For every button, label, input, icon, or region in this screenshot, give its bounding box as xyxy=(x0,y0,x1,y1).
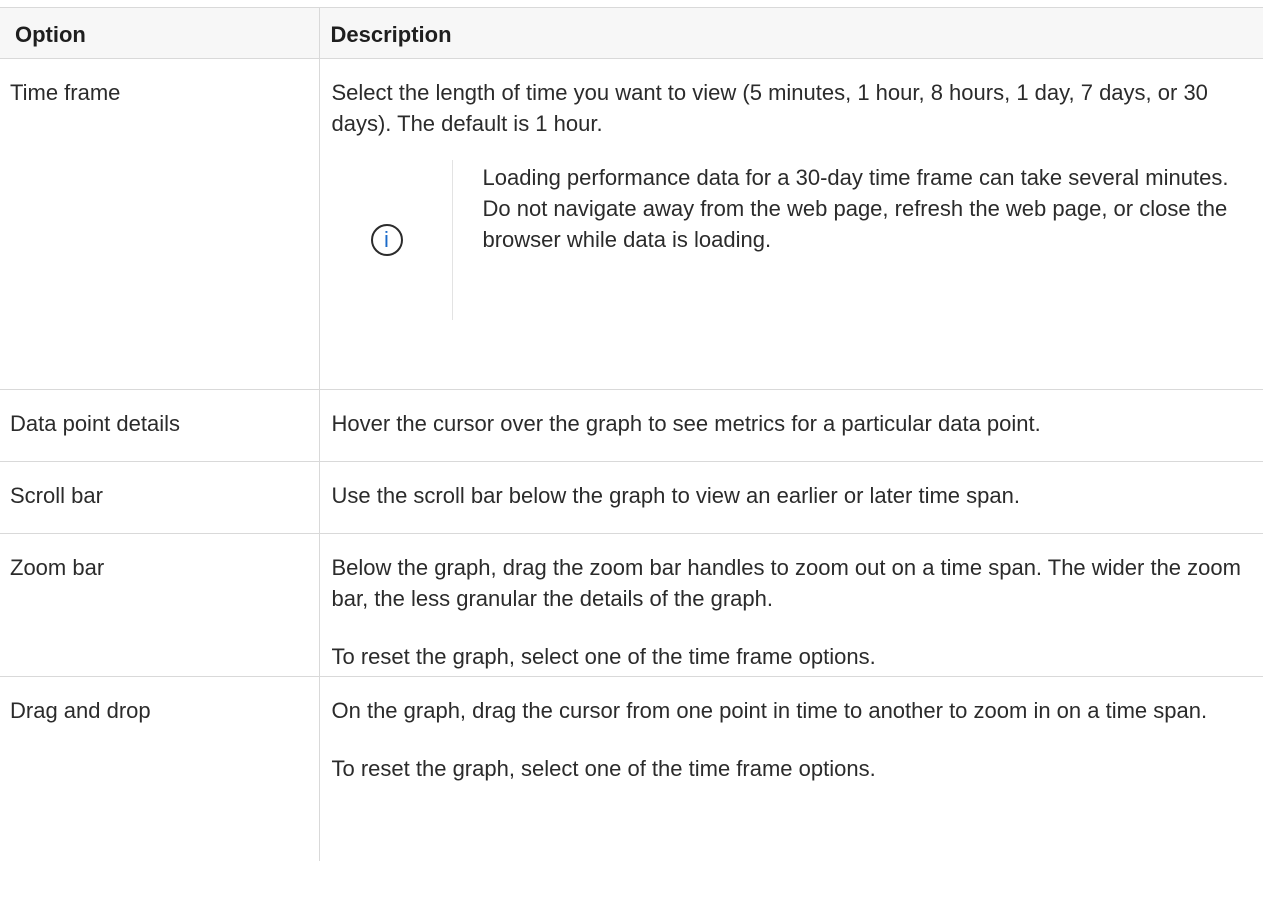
description-text-secondary: To reset the graph, select one of the ti… xyxy=(331,644,876,669)
table-row: Zoom bar Below the graph, drag the zoom … xyxy=(0,533,1263,677)
option-cell: Drag and drop xyxy=(0,676,320,861)
description-text: Select the length of time you want to vi… xyxy=(331,80,1208,136)
option-cell: Scroll bar xyxy=(0,461,320,534)
description-cell: Select the length of time you want to vi… xyxy=(318,58,1263,390)
option-cell: Zoom bar xyxy=(0,533,320,677)
table-row: Scroll bar Use the scroll bar below the … xyxy=(0,461,1263,534)
description-text: Hover the cursor over the graph to see m… xyxy=(331,411,1041,436)
option-cell: Data point details xyxy=(0,389,320,462)
header-description: Description xyxy=(318,7,1263,59)
description-cell: Use the scroll bar below the graph to vi… xyxy=(318,461,1263,534)
table-header-row: Option Description xyxy=(0,7,1263,59)
table-row: Drag and drop On the graph, drag the cur… xyxy=(0,676,1263,861)
table-row: Data point details Hover the cursor over… xyxy=(0,389,1263,462)
description-text: On the graph, drag the cursor from one p… xyxy=(331,698,1208,723)
description-cell: On the graph, drag the cursor from one p… xyxy=(318,676,1263,861)
option-cell: Time frame xyxy=(0,58,320,390)
description-text-secondary: To reset the graph, select one of the ti… xyxy=(331,756,876,781)
info-icon: i xyxy=(370,224,403,256)
description-text: Use the scroll bar below the graph to vi… xyxy=(331,483,1020,508)
description-cell: Hover the cursor over the graph to see m… xyxy=(318,389,1263,462)
options-table: Option Description Time frame Select the… xyxy=(0,7,1263,861)
note-icon-column: i xyxy=(332,160,453,320)
header-option: Option xyxy=(0,7,320,59)
info-icon-glyph: i xyxy=(384,227,389,252)
description-text: Below the graph, drag the zoom bar handl… xyxy=(331,555,1241,611)
description-cell: Below the graph, drag the zoom bar handl… xyxy=(318,533,1263,677)
note-text: Loading performance data for a 30-day ti… xyxy=(482,165,1229,252)
table-row: Time frame Select the length of time you… xyxy=(0,58,1263,390)
info-note: i Loading performance data for a 30-day … xyxy=(332,160,1248,320)
